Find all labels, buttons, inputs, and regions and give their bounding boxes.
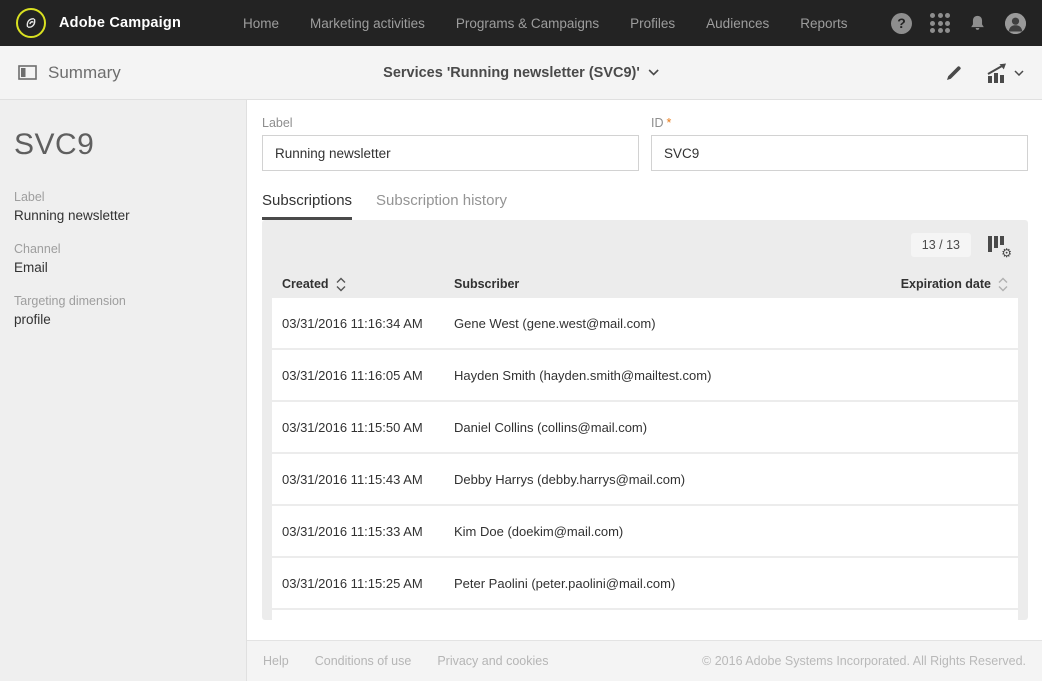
help-icon[interactable]: ?	[891, 13, 912, 34]
record-count-badge: 13 / 13	[911, 233, 971, 257]
label-field-label: Label	[262, 116, 639, 130]
adobe-campaign-logo-icon[interactable]	[16, 8, 46, 38]
summary-section-button[interactable]: Summary	[18, 63, 121, 83]
configure-columns-button[interactable]: ⚙	[987, 235, 1009, 255]
page-title-dropdown[interactable]: Services 'Running newsletter (SVC9)'	[383, 65, 659, 81]
bar-chart-arrow-icon	[985, 63, 1009, 83]
top-navigation-bar: Adobe Campaign Home Marketing activities…	[0, 0, 1042, 46]
content-area: SVC9 Label Running newsletter Channel Em…	[0, 100, 1042, 681]
label-field-group: Label	[262, 116, 639, 171]
tab-bar: Subscriptions Subscription history	[247, 192, 1042, 220]
sidebar-field-label: Label Running newsletter	[14, 190, 232, 223]
table-row[interactable]: 03/31/2016 11:16:05 AM Hayden Smith (hay…	[272, 350, 1018, 400]
page-title: Services 'Running newsletter (SVC9)'	[383, 65, 640, 81]
primary-nav: Home Marketing activities Programs & Cam…	[243, 16, 847, 31]
apps-grid-icon[interactable]	[930, 13, 950, 33]
sort-icon	[336, 277, 346, 292]
summary-label: Summary	[48, 63, 121, 83]
topbar-icons: ?	[891, 13, 1026, 34]
edit-pencil-icon[interactable]	[945, 64, 963, 82]
table-header: Created Subscriber Expiration date	[262, 270, 1028, 298]
required-asterisk: *	[667, 116, 672, 130]
nav-item-home[interactable]: Home	[243, 16, 279, 31]
nav-item-audiences[interactable]: Audiences	[706, 16, 769, 31]
sidebar-field-channel: Channel Email	[14, 242, 232, 275]
subscriptions-panel: 13 / 13 ⚙ Created	[262, 220, 1028, 620]
service-form: Label ID*	[247, 100, 1042, 171]
reports-dropdown-button[interactable]	[985, 63, 1024, 83]
service-id-heading: SVC9	[14, 128, 232, 162]
copyright-notice: © 2016 Adobe Systems Incorporated. All R…	[702, 654, 1026, 668]
tab-subscriptions[interactable]: Subscriptions	[262, 192, 352, 220]
main-panel: Label ID* Subscriptions Subscription his…	[247, 100, 1042, 681]
summary-layout-icon	[18, 65, 37, 80]
table-row-partial[interactable]	[272, 610, 1018, 620]
column-header-subscriber: Subscriber	[454, 277, 848, 291]
gear-icon: ⚙	[1001, 247, 1012, 259]
sort-icon	[998, 277, 1008, 292]
table-row[interactable]: 03/31/2016 11:16:34 AM Gene West (gene.w…	[272, 298, 1018, 348]
id-input[interactable]	[651, 135, 1028, 171]
chevron-down-icon	[648, 69, 659, 76]
id-field-group: ID*	[651, 116, 1028, 171]
footer-link-privacy[interactable]: Privacy and cookies	[437, 654, 548, 668]
table-row[interactable]: 03/31/2016 11:15:33 AM Kim Doe (doekim@m…	[272, 506, 1018, 556]
footer: Help Conditions of use Privacy and cooki…	[247, 640, 1042, 681]
nav-item-reports[interactable]: Reports	[800, 16, 847, 31]
column-header-created[interactable]: Created	[282, 277, 454, 292]
nav-item-marketing-activities[interactable]: Marketing activities	[310, 16, 425, 31]
table-row[interactable]: 03/31/2016 11:15:43 AM Debby Harrys (deb…	[272, 454, 1018, 504]
sidebar-field-targeting-dimension: Targeting dimension profile	[14, 294, 232, 327]
user-avatar[interactable]	[1005, 13, 1026, 34]
nav-item-programs-campaigns[interactable]: Programs & Campaigns	[456, 16, 599, 31]
footer-link-conditions[interactable]: Conditions of use	[315, 654, 412, 668]
nav-item-profiles[interactable]: Profiles	[630, 16, 675, 31]
sub-header: Summary Services 'Running newsletter (SV…	[0, 46, 1042, 100]
tab-subscription-history[interactable]: Subscription history	[376, 192, 507, 220]
table-row[interactable]: 03/31/2016 11:15:25 AM Peter Paolini (pe…	[272, 558, 1018, 608]
footer-links: Help Conditions of use Privacy and cooki…	[263, 654, 548, 668]
notifications-bell-icon[interactable]	[968, 14, 987, 33]
table-body: 03/31/2016 11:16:34 AM Gene West (gene.w…	[272, 298, 1018, 608]
subheader-actions	[945, 63, 1024, 83]
column-header-expiration-date[interactable]: Expiration date	[848, 277, 1008, 292]
footer-link-help[interactable]: Help	[263, 654, 289, 668]
summary-sidebar: SVC9 Label Running newsletter Channel Em…	[0, 100, 247, 681]
table-row[interactable]: 03/31/2016 11:15:50 AM Daniel Collins (c…	[272, 402, 1018, 452]
id-field-label: ID*	[651, 116, 1028, 130]
chevron-down-icon	[1014, 70, 1024, 76]
table-toolbar: 13 / 13 ⚙	[262, 220, 1028, 270]
label-input[interactable]	[262, 135, 639, 171]
app-title: Adobe Campaign	[59, 15, 181, 31]
